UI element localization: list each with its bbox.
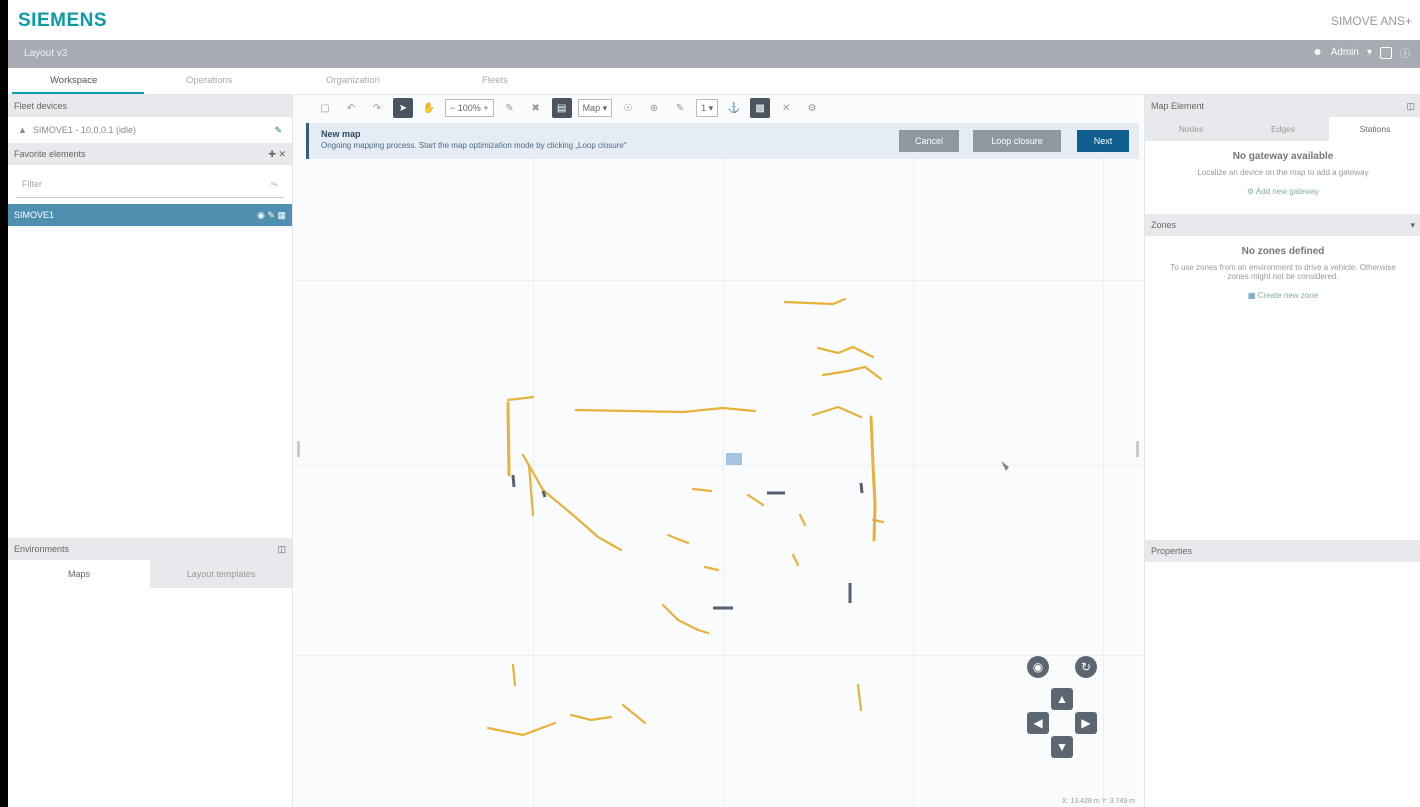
filter-field[interactable]: Filter ⥱: [16, 171, 284, 198]
environments-section: Environments ◫ Maps Layout templates: [8, 538, 292, 588]
product-name: SIMOVE ANS+: [1330, 14, 1412, 28]
edit-icon[interactable]: ✎: [274, 125, 282, 136]
properties-title: Properties: [1151, 546, 1193, 556]
pan-down-icon[interactable]: ▼: [1051, 736, 1073, 758]
tab-nodes[interactable]: Nodes: [1145, 117, 1237, 141]
chevron-down-icon[interactable]: ▾: [1367, 47, 1372, 58]
left-panel: Fleet devices ▲ SIMOVE1 - 10.0.0.1 (idle…: [8, 95, 293, 807]
zones-header: Zones ▾: [1145, 214, 1420, 236]
favorite-section-header: Favorite elements ✚ ✕: [8, 143, 292, 165]
environment-tabs: Maps Layout templates: [8, 560, 292, 588]
map-element-header: Map Element ◫: [1145, 95, 1420, 117]
eye-icon[interactable]: ◉: [257, 210, 265, 220]
pencil-icon[interactable]: ✎: [267, 210, 275, 220]
calendar-icon[interactable]: ▦: [277, 210, 286, 220]
user-name[interactable]: Admin: [1331, 47, 1359, 58]
tab-operations[interactable]: Operations: [186, 75, 232, 86]
properties-header: Properties: [1145, 540, 1420, 562]
tab-maps[interactable]: Maps: [8, 560, 150, 588]
map-trace: [486, 297, 1009, 737]
device-label: SIMOVE1 - 10.0.0.1 (idle): [32, 125, 136, 135]
user-area: ☻ Admin ▾ ⓘ: [1312, 45, 1410, 60]
stations-empty-text: Localize an device on the map to add a g…: [1197, 168, 1369, 177]
user-icon[interactable]: ☻: [1312, 47, 1323, 58]
map-element-title: Map Element: [1151, 101, 1205, 111]
active-tab-indicator: [12, 92, 144, 94]
zones-title: Zones: [1151, 220, 1177, 230]
tab-edges[interactable]: Edges: [1237, 117, 1329, 141]
zone-icon: ▦: [1247, 291, 1256, 300]
reset-icon[interactable]: ↻: [1075, 656, 1097, 678]
collapse-icon[interactable]: ◫: [277, 544, 286, 555]
menu-bar: Layout v3 ☻ Admin ▾ ⓘ: [8, 40, 1420, 68]
vehicle-icon: ▲: [18, 125, 27, 135]
tab-layout-templates[interactable]: Layout templates: [150, 560, 292, 588]
selected-list-item[interactable]: SIMOVE1 ◉ ✎ ▦: [8, 204, 292, 226]
pan-left-icon[interactable]: ◀: [1027, 712, 1049, 734]
filter-icon[interactable]: ⥱: [271, 179, 278, 190]
remove-favorite-icon[interactable]: ✕: [278, 149, 286, 159]
pan-up-icon[interactable]: ▲: [1051, 688, 1073, 710]
fleet-section-header: Fleet devices: [8, 95, 292, 117]
map-canvas[interactable]: ▢ ↶ ↷ ➤ ✋ − 100% + ✎ ✖ ▤ Map ▾ ☉ ⊕ ✎ 1 ▾…: [293, 95, 1143, 807]
right-panel: Map Element ◫ Nodes Edges Stations No ga…: [1144, 95, 1420, 807]
selected-item-actions: ◉ ✎ ▦: [257, 210, 286, 221]
coordinate-readout: X: 13.428 m Y: 3.749 m: [1061, 798, 1135, 805]
selected-item-label: SIMOVE1: [14, 210, 55, 220]
filter-input[interactable]: Filter: [22, 179, 42, 189]
window-icon[interactable]: [1380, 46, 1392, 59]
environments-title: Environments: [14, 544, 70, 554]
create-zone-link[interactable]: ▦ Create new zone: [1145, 291, 1420, 300]
environments-header: Environments ◫: [8, 538, 292, 560]
map-element-collapse-icon[interactable]: ◫: [1406, 101, 1415, 112]
pan-right-icon[interactable]: ▶: [1075, 712, 1097, 734]
siemens-logo: SIEMENS: [18, 10, 108, 31]
top-bar: SIEMENS SIMOVE ANS+: [8, 0, 1420, 40]
tab-workspace[interactable]: Workspace: [50, 75, 97, 86]
add-gateway-label: Add new gateway: [1255, 187, 1320, 196]
stations-empty-title: No gateway available: [1232, 151, 1334, 162]
fleet-section-title: Fleet devices: [14, 101, 68, 111]
zones-empty-title: No zones defined: [1241, 246, 1325, 257]
tab-organization[interactable]: Organization: [326, 75, 380, 86]
main-tabs: Workspace Operations Organization Fleets: [8, 68, 1420, 95]
localize-icon[interactable]: ◉: [1027, 656, 1049, 678]
map-element-tabs: Nodes Edges Stations: [1145, 117, 1420, 141]
breadcrumb[interactable]: Layout v3: [24, 48, 67, 59]
gateway-icon: ⚙: [1246, 187, 1255, 196]
create-zone-label: Create new zone: [1257, 291, 1319, 300]
help-icon[interactable]: ⓘ: [1400, 45, 1410, 60]
zones-empty-text: To use zones from an environment to driv…: [1170, 263, 1396, 281]
tab-fleets[interactable]: Fleets: [482, 75, 508, 86]
app-window: SIEMENS SIMOVE ANS+ Layout v3 ☻ Admin ▾ …: [8, 0, 1420, 807]
zones-chevron-icon[interactable]: ▾: [1410, 220, 1415, 231]
tab-stations[interactable]: Stations: [1329, 117, 1420, 141]
device-row[interactable]: ▲ SIMOVE1 - 10.0.0.1 (idle) ✎: [8, 117, 292, 143]
favorite-section-title: Favorite elements: [14, 149, 86, 159]
favorite-tools: ✚ ✕: [268, 149, 286, 160]
add-gateway-link[interactable]: ⚙ Add new gateway: [1145, 187, 1420, 196]
add-favorite-icon[interactable]: ✚: [268, 149, 276, 159]
